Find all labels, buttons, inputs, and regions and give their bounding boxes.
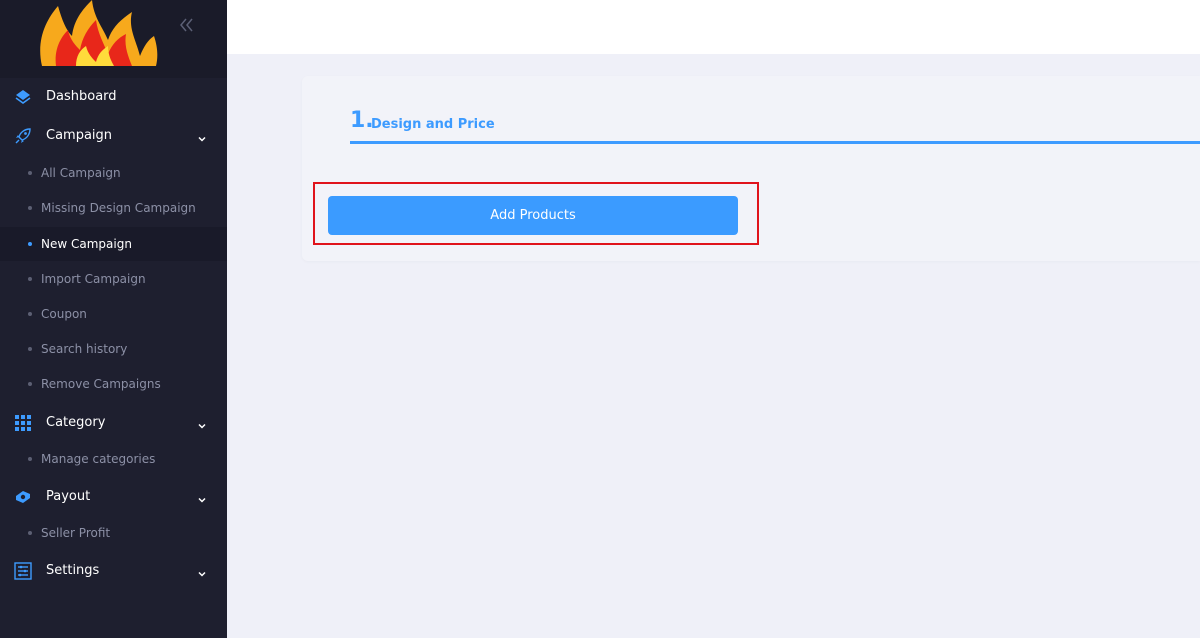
sidebar-item-settings[interactable]: Settings xyxy=(0,552,227,590)
sidebar-subitem-label: Import Campaign xyxy=(41,272,146,286)
sidebar: Dashboard Campaign All Campaign Missing … xyxy=(0,0,227,638)
sidebar-item-label: Settings xyxy=(46,563,100,578)
bullet xyxy=(28,171,32,175)
flame-logo xyxy=(36,0,160,66)
sidebar-subitem-label: Seller Profit xyxy=(41,526,111,540)
logo-area xyxy=(0,0,227,78)
sidebar-subitem-coupon[interactable]: Coupon xyxy=(0,297,227,331)
bullet xyxy=(28,457,32,461)
sidebar-subitem-label: All Campaign xyxy=(41,166,121,180)
sidebar-subitem-all-campaign[interactable]: All Campaign xyxy=(0,156,227,190)
grid-icon xyxy=(14,414,32,432)
chevron-down-icon xyxy=(196,565,208,577)
sidebar-subitem-label: New Campaign xyxy=(41,237,132,251)
sidebar-subitem-new-campaign[interactable]: New Campaign xyxy=(0,227,227,261)
bullet xyxy=(28,382,32,386)
step-underline xyxy=(350,141,1200,144)
sidebar-item-label: Dashboard xyxy=(46,89,117,104)
sidebar-item-label: Category xyxy=(46,415,106,430)
chevron-down-icon xyxy=(196,417,208,429)
bullet xyxy=(28,347,32,351)
settings-list-icon xyxy=(14,562,32,580)
sidebar-item-dashboard[interactable]: Dashboard xyxy=(0,78,227,116)
sidebar-subitem-label: Coupon xyxy=(41,307,87,321)
chevrons-left-icon[interactable] xyxy=(176,14,198,36)
sidebar-subitem-search-history[interactable]: Search history xyxy=(0,332,227,366)
sidebar-subitem-label: Search history xyxy=(41,342,128,356)
step-title[interactable]: Design and Price xyxy=(371,116,495,134)
sidebar-subitem-missing-design-campaign[interactable]: Missing Design Campaign xyxy=(0,191,227,225)
sidebar-subitem-label: Manage categories xyxy=(41,452,156,466)
sidebar-item-category[interactable]: Category xyxy=(0,404,227,442)
chevron-down-icon xyxy=(196,491,208,503)
bullet xyxy=(28,277,32,281)
chevron-down-icon xyxy=(196,130,208,142)
bullet xyxy=(28,531,32,535)
sidebar-subitem-import-campaign[interactable]: Import Campaign xyxy=(0,262,227,296)
sidebar-item-campaign[interactable]: Campaign xyxy=(0,117,227,155)
rocket-icon xyxy=(14,127,32,145)
sidebar-item-label: Campaign xyxy=(46,128,113,143)
add-products-button[interactable]: Add Products xyxy=(328,196,738,235)
sidebar-subitem-label: Remove Campaigns xyxy=(41,377,161,391)
layers-icon xyxy=(14,88,32,106)
top-bar xyxy=(227,0,1200,54)
bullet xyxy=(28,242,32,246)
sidebar-item-label: Payout xyxy=(46,489,91,504)
payout-icon xyxy=(14,488,32,506)
sidebar-subitem-label: Missing Design Campaign xyxy=(41,201,196,215)
sidebar-subitem-remove-campaigns[interactable]: Remove Campaigns xyxy=(0,367,227,401)
bullet xyxy=(28,206,32,210)
sidebar-item-payout[interactable]: Payout xyxy=(0,478,227,516)
sidebar-subitem-seller-profit[interactable]: Seller Profit xyxy=(0,516,227,550)
sidebar-subitem-manage-categories[interactable]: Manage categories xyxy=(0,442,227,476)
bullet xyxy=(28,312,32,316)
